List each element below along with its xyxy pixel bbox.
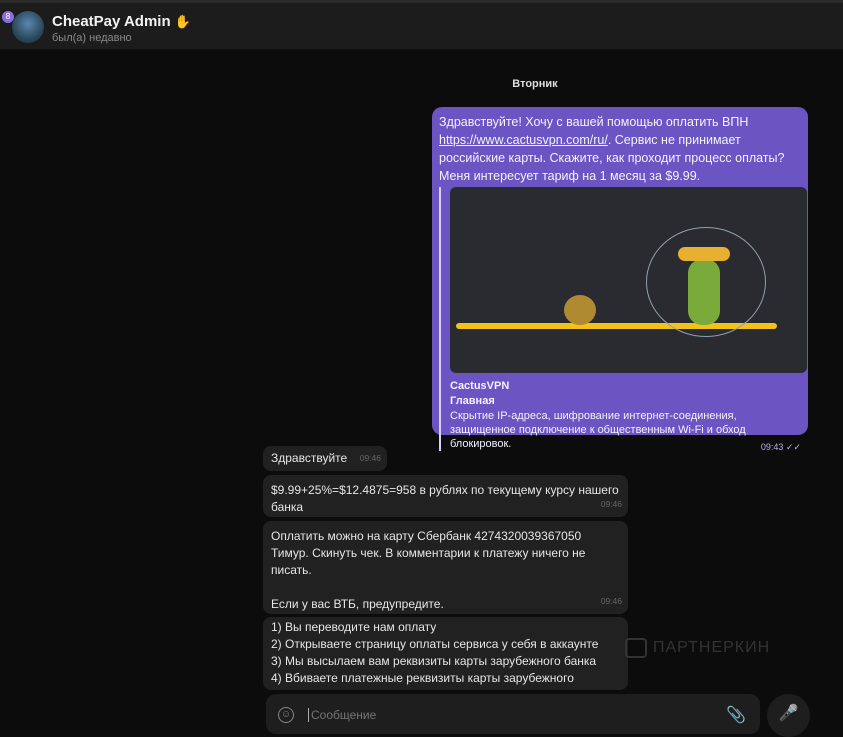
date-separator: Вторник [512,78,558,90]
incoming-message: Оплатить можно на карту Сбербанк 4274320… [263,521,628,614]
preview-site-name: CactusVPN [450,380,510,392]
watermark-logo-icon [625,638,647,658]
message-link[interactable]: https://www.cactusvpn.com/ru/ [439,133,608,147]
unread-badge: 8 [2,11,14,23]
chat-title-text: CheatPay Admin [52,13,171,30]
double-check-icon: ✓✓ [785,442,801,452]
paperclip-icon[interactable]: 📎 [726,705,746,725]
microphone-button[interactable]: 🎤 [767,694,810,737]
composer: ☺ 📎 [266,694,760,734]
avatar[interactable] [12,11,44,43]
message-time: 09:46 [359,453,381,463]
preview-tumbleweed [564,295,596,325]
preview-image[interactable] [450,187,807,373]
message-time: 09:43 ✓✓ [761,440,801,454]
chat-title[interactable]: CheatPay Admin ✋ [52,13,191,30]
message-text: 1) Вы переводите нам оплату 2) Открывает… [271,620,599,685]
message-text: $9.99+25%=$12.4875=958 в рублях по текущ… [271,483,619,514]
last-seen-status: был(а) недавно [52,32,132,44]
text-part: Здравствуйте! Хочу с вашей помощью оплат… [439,115,749,129]
preview-hat [678,247,730,261]
link-preview[interactable]: CactusVPN Главная Скрытие IP-адреса, шиф… [439,187,807,454]
preview-title: Главная [450,395,495,407]
watermark: ПАРТНЕРКИН [625,638,770,658]
incoming-message: 1) Вы переводите нам оплату 2) Открывает… [263,617,628,690]
message-text: Оплатить можно на карту Сбербанк 4274320… [271,529,586,611]
preview-description: Скрытие IP-адреса, шифрование интернет-с… [450,409,801,454]
message-time: 09:46 [600,596,622,606]
preview-description-text: Скрытие IP-адреса, шифрование интернет-с… [450,410,746,450]
message-text: Здравствуйте [271,451,348,465]
incoming-message: $9.99+25%=$12.4875=958 в рублях по текущ… [263,475,628,517]
time-text: 09:43 [760,442,784,452]
chat-header[interactable]: 8 CheatPay Admin ✋ был(а) недавно [0,0,843,50]
waving-hand-icon: ✋ [174,14,191,29]
microphone-icon: 🎤 [778,705,799,722]
emoji-icon[interactable]: ☺ [278,707,294,723]
message-time: 09:46 [600,499,622,509]
message-text: Здравствуйте! Хочу с вашей помощью оплат… [439,113,801,185]
watermark-text: ПАРТНЕРКИН [653,639,771,657]
message-input[interactable] [308,708,688,722]
outgoing-message: Здравствуйте! Хочу с вашей помощью оплат… [432,107,808,452]
preview-cactus [688,259,720,325]
incoming-message: Здравствуйте 09:46 [263,446,387,471]
